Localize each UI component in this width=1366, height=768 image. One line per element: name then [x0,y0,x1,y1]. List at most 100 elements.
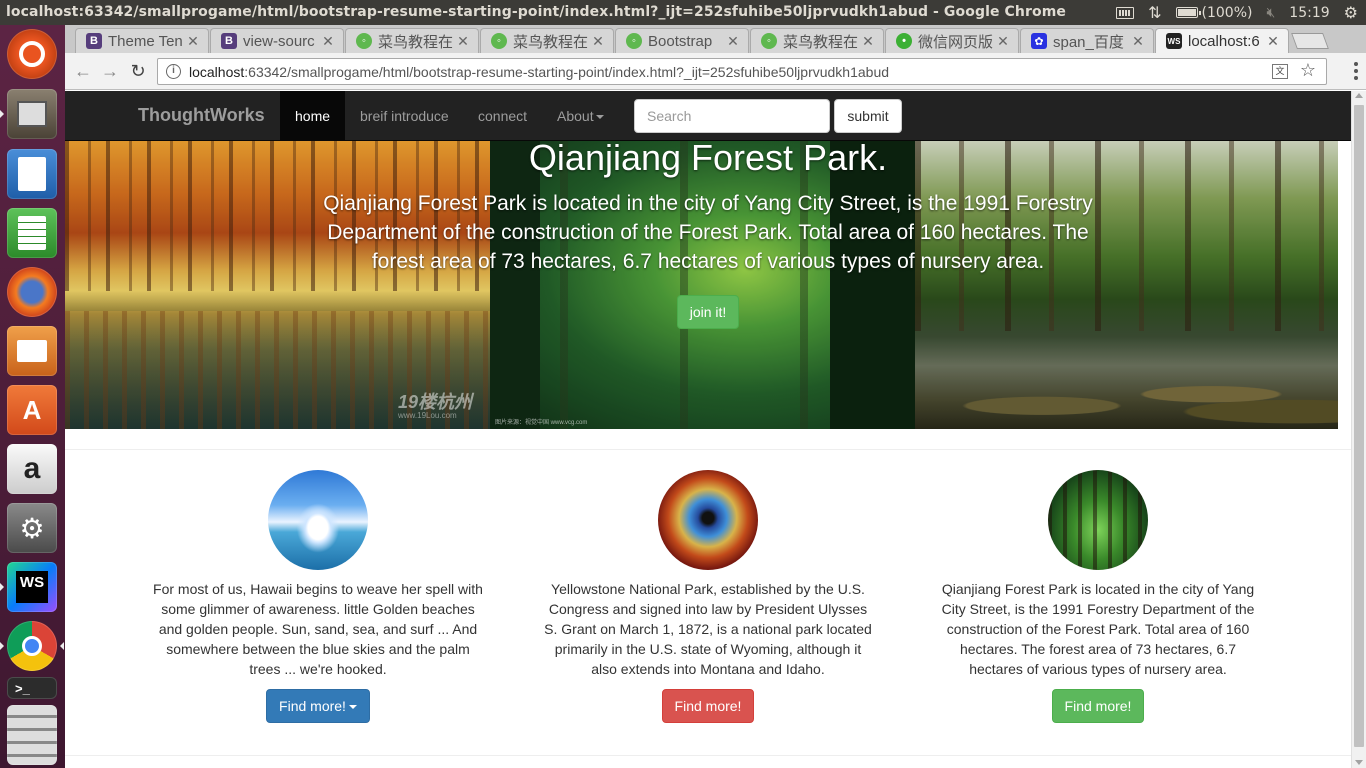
nav-home[interactable]: home [280,91,346,141]
ubuntu-dash-icon[interactable] [7,29,57,79]
close-tab-icon[interactable]: ✕ [726,33,740,50]
bookmark-star-icon[interactable]: ☆ [1300,60,1316,81]
translate-icon[interactable]: 文 [1272,64,1288,79]
hero-description: Qianjiang Forest Park is located in the … [323,192,1093,273]
baidu-paw-favicon-icon: ✿ [1031,33,1047,49]
find-more-label: Find more! [279,698,346,714]
close-tab-icon[interactable]: ✕ [996,33,1010,50]
close-tab-icon[interactable]: ✕ [1266,33,1280,50]
site-navbar: ThoughtWorks home breif introduce connec… [65,91,1351,141]
close-tab-icon[interactable]: ✕ [1131,33,1145,50]
battery-icon [1175,7,1201,18]
find-more-dropdown-button[interactable]: Find more! [266,689,370,723]
feature-text: Qianjiang Forest Park is located in the … [941,581,1255,677]
chrome-menu-icon[interactable] [1354,62,1358,80]
unity-launcher: A a ⚙ WS >_ [0,25,65,768]
close-tab-icon[interactable]: ✕ [861,33,875,50]
wechat-favicon-icon: • [896,33,912,49]
forward-arrow-icon[interactable]: → [100,61,120,81]
yellowstone-circle-image [658,470,758,570]
url-path: :63342/smallprogame/html/bootstrap-resum… [244,63,890,80]
feature-text: Yellowstone National Park, established b… [544,581,872,677]
bootstrap-favicon-icon: B [86,33,102,49]
back-arrow-icon[interactable]: ← [73,61,93,81]
system-tray: ⇅ (100%) 🔇︎ 15:19 ⚙ [1116,0,1366,25]
runoob-favicon-icon: ◦ [761,33,777,49]
find-more-button[interactable]: Find more! [661,689,755,723]
firefox-icon[interactable] [7,267,57,317]
close-tab-icon[interactable]: ✕ [321,33,335,50]
browser-toolbar: ← → ↻ i localhost:63342/smallprogame/htm… [65,53,1366,90]
nav-about-label: About [557,108,594,124]
caret-down-icon [595,115,604,120]
power-gear-icon[interactable]: ⚙ [1344,3,1358,22]
system-settings-icon[interactable]: ⚙ [7,503,57,553]
clock[interactable]: 15:19 [1289,5,1329,21]
nav-brief-introduce[interactable]: breif introduce [345,91,464,141]
feature-column-yellowstone: Yellowstone National Park, established b… [528,470,888,723]
browser-tab-active[interactable]: WS localhost:6 ✕ [1155,28,1289,53]
feature-text: For most of us, Hawaii begins to weave h… [153,581,483,677]
browser-tab[interactable]: ◦ 菜鸟教程在 ✕ [345,28,479,53]
browser-tab[interactable]: B Theme Ten ✕ [75,28,209,53]
keyboard-icon[interactable] [1116,6,1135,19]
browser-tab[interactable]: Bview-sourc ✕ [210,28,344,53]
window-title: localhost:63342/smallprogame/html/bootst… [6,4,1066,20]
browser-tab[interactable]: • 微信网页版 ✕ [885,28,1019,53]
files-cabinet-icon[interactable] [7,89,57,139]
submit-button[interactable]: submit [834,99,902,133]
ubuntu-software-center-icon[interactable]: A [7,385,57,435]
browser-tab[interactable]: ◦ Bootstrap ✕ [615,28,749,53]
libreoffice-calc-icon[interactable] [7,208,57,258]
new-tab-button[interactable] [1291,33,1329,49]
caret-down-icon [348,705,357,710]
vertical-scrollbar[interactable] [1351,91,1366,768]
amazon-icon[interactable]: a [7,444,57,494]
workspaces-icon[interactable] [7,705,57,765]
forest-circle-image [1048,470,1148,570]
photo-credit: 图片来源：视觉中国 www.vcg.com [495,420,588,426]
runoob-favicon-icon: ◦ [626,33,642,49]
system-top-bar: localhost:63342/smallprogame/html/bootst… [0,0,1366,25]
url-host: localhost [189,63,245,80]
close-tab-icon[interactable]: ✕ [456,33,470,50]
feature-column-hawaii: For most of us, Hawaii begins to weave h… [138,470,498,723]
network-arrows-icon[interactable]: ⇅ [1148,3,1161,22]
page-viewport: ThoughtWorks home breif introduce connec… [65,91,1351,768]
nav-connect[interactable]: connect [463,91,542,141]
find-more-button[interactable]: Find more! [1051,689,1145,723]
chrome-icon[interactable] [7,621,57,671]
libreoffice-writer-icon[interactable] [7,149,57,199]
nav-about-dropdown[interactable]: About [542,91,619,141]
volume-muted-icon[interactable]: 🔇︎ [1266,5,1275,21]
watermark-url: www.19Lou.com [398,411,457,420]
battery-level: (100%) [1201,4,1253,21]
hero-banner: 19楼杭州 www.19Lou.com 图片来源：视觉中国 www.vcg.co… [65,141,1338,429]
scroll-up-arrow-icon[interactable] [1355,93,1363,98]
battery-indicator[interactable]: (100%) [1175,4,1253,21]
runoob-favicon-icon: ◦ [356,33,372,49]
divider [65,755,1351,756]
join-button[interactable]: join it! [677,295,739,329]
feature-column-qianjiang: Qianjiang Forest Park is located in the … [918,470,1278,723]
bootstrap-favicon-icon: B [221,33,237,49]
terminal-icon[interactable]: >_ [7,677,57,699]
search-input[interactable] [634,99,830,133]
libreoffice-impress-icon[interactable] [7,326,57,376]
info-icon[interactable]: i [166,64,181,79]
runoob-favicon-icon: ◦ [491,33,507,49]
close-tab-icon[interactable]: ✕ [591,33,605,50]
divider [65,449,1351,450]
scroll-down-arrow-icon[interactable] [1355,760,1363,765]
address-bar[interactable]: i localhost:63342/smallprogame/html/boot… [157,58,1327,85]
tab-strip: B Theme Ten ✕ Bview-sourc ✕ ◦ 菜鸟教程在 ✕ ◦ 菜鸟教程在 ✕… [65,25,1366,53]
browser-tab[interactable]: ◦ 菜鸟教程在 ✕ [480,28,614,53]
webstorm-icon[interactable]: WS [7,562,57,612]
reload-icon[interactable]: ↻ [128,61,148,81]
webstorm-favicon-icon: WS [1166,33,1182,49]
browser-tab[interactable]: ◦ 菜鸟教程在 ✕ [750,28,884,53]
browser-tab[interactable]: ✿ span_百度 ✕ [1020,28,1154,53]
scrollbar-thumb[interactable] [1354,105,1364,747]
navbar-brand[interactable]: ThoughtWorks [138,105,265,126]
close-tab-icon[interactable]: ✕ [186,33,200,50]
